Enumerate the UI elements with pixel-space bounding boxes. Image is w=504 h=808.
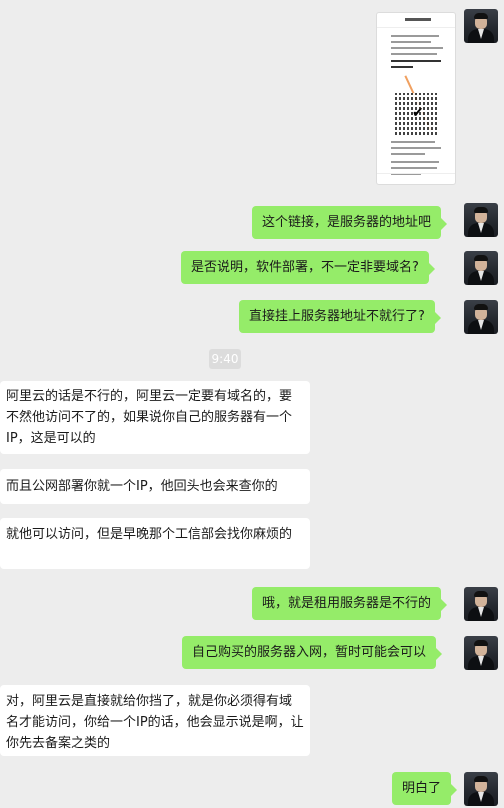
message-bubble-sent[interactable]: 直接挂上服务器地址不就行了? (239, 300, 441, 333)
message-bubble-received[interactable]: 阿里云的话是不行的，阿里云一定要有域名的，要不然他访问不了的，如果说你自己的服务… (0, 381, 310, 454)
avatar[interactable] (464, 9, 498, 43)
avatar[interactable] (464, 203, 498, 237)
thumbnail-header (377, 13, 455, 28)
message-bubble-sent[interactable]: 自己购买的服务器入网，暂时可能会可以 (182, 636, 443, 669)
message-bubble-sent[interactable]: 这个链接，是服务器的地址吧 (252, 206, 448, 239)
message-bubble-received[interactable]: 对，阿里云是直接就给你挡了，就是你必须得有域名才能访问，你给一个IP的话，他会显… (0, 685, 310, 756)
check-icon: ✔ (412, 105, 424, 121)
message-bubble-sent[interactable]: 是否说明，软件部署，不一定非要域名? (181, 251, 435, 284)
time-separator: 9:40 (209, 349, 241, 369)
message-bubble-sent[interactable]: 明白了 (392, 772, 458, 805)
thumbnail-navbar (377, 173, 455, 184)
avatar[interactable] (464, 772, 498, 806)
avatar[interactable] (464, 587, 498, 621)
message-bubble-received[interactable]: 而且公网部署你就一个IP，他回头也会来查你的 (0, 469, 310, 504)
avatar[interactable] (464, 636, 498, 670)
image-message-thumbnail[interactable]: ✔ (376, 12, 456, 185)
message-bubble-received[interactable]: 就他可以访问，但是早晚那个工信部会找你麻烦的 (0, 518, 310, 569)
avatar[interactable] (464, 251, 498, 285)
avatar[interactable] (464, 300, 498, 334)
message-bubble-sent[interactable]: 哦，就是租用服务器是不行的 (252, 587, 448, 620)
